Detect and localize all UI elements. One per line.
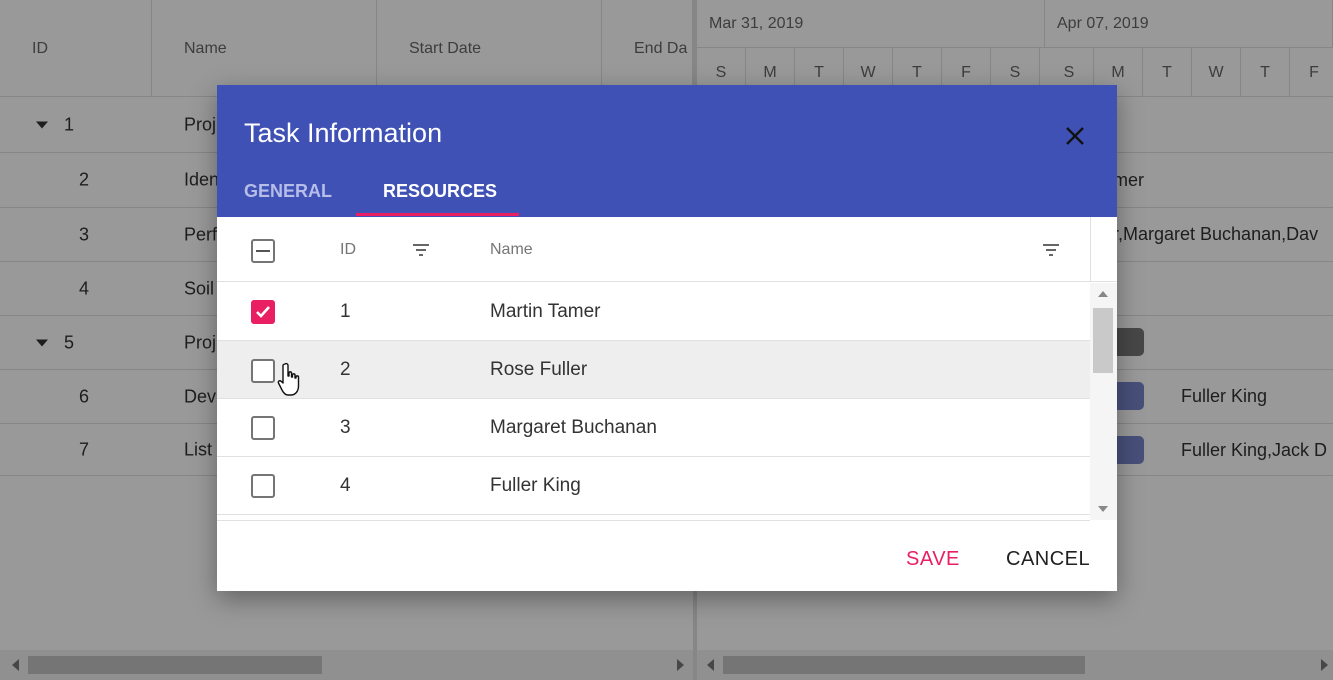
- filter-icon[interactable]: [1043, 244, 1059, 256]
- resource-grid-header: ID Name: [217, 217, 1117, 282]
- active-tab-indicator: [356, 213, 519, 216]
- row-checkbox[interactable]: [251, 300, 275, 324]
- resource-name: Fuller King: [490, 474, 581, 496]
- cancel-button[interactable]: CANCEL: [1006, 548, 1090, 571]
- column-header-name[interactable]: Name: [490, 241, 533, 259]
- resource-name: Rose Fuller: [490, 358, 588, 380]
- scroll-up-icon[interactable]: [1098, 291, 1108, 297]
- resource-name: Martin Tamer: [490, 300, 601, 322]
- filter-icon[interactable]: [413, 244, 429, 256]
- close-icon[interactable]: [1062, 123, 1088, 149]
- row-checkbox[interactable]: [251, 416, 275, 440]
- tab-resources[interactable]: RESOURCES: [383, 181, 497, 202]
- resource-id: 4: [340, 474, 351, 496]
- column-header-id[interactable]: ID: [340, 241, 356, 259]
- row-checkbox[interactable]: [251, 359, 275, 383]
- save-button[interactable]: SAVE: [906, 548, 960, 571]
- dialog-title: Task Information: [244, 118, 443, 148]
- resource-id: 3: [340, 416, 351, 438]
- resource-id: 1: [340, 300, 351, 322]
- header-divider: [1090, 217, 1091, 282]
- resource-row[interactable]: 2 Rose Fuller: [217, 341, 1090, 399]
- tab-general[interactable]: GENERAL: [244, 181, 332, 202]
- grid-bottom-divider: [217, 520, 1090, 521]
- task-information-dialog: Task Information GENERAL RESOURCES ID Na…: [217, 85, 1117, 591]
- dialog-header: Task Information GENERAL RESOURCES: [217, 85, 1117, 217]
- indeterminate-icon: [256, 250, 270, 252]
- hand-pointer-icon: [277, 362, 300, 396]
- resource-name: Margaret Buchanan: [490, 416, 657, 438]
- resource-row[interactable]: 4 Fuller King: [217, 457, 1090, 515]
- resource-row[interactable]: 3 Margaret Buchanan: [217, 399, 1090, 457]
- scroll-down-icon[interactable]: [1098, 506, 1108, 512]
- checkmark-icon: [256, 306, 270, 318]
- select-all-checkbox[interactable]: [251, 239, 275, 263]
- scrollbar-thumb[interactable]: [1093, 308, 1113, 373]
- row-checkbox[interactable]: [251, 474, 275, 498]
- resource-id: 2: [340, 358, 351, 380]
- resource-row[interactable]: 1 Martin Tamer: [217, 283, 1090, 341]
